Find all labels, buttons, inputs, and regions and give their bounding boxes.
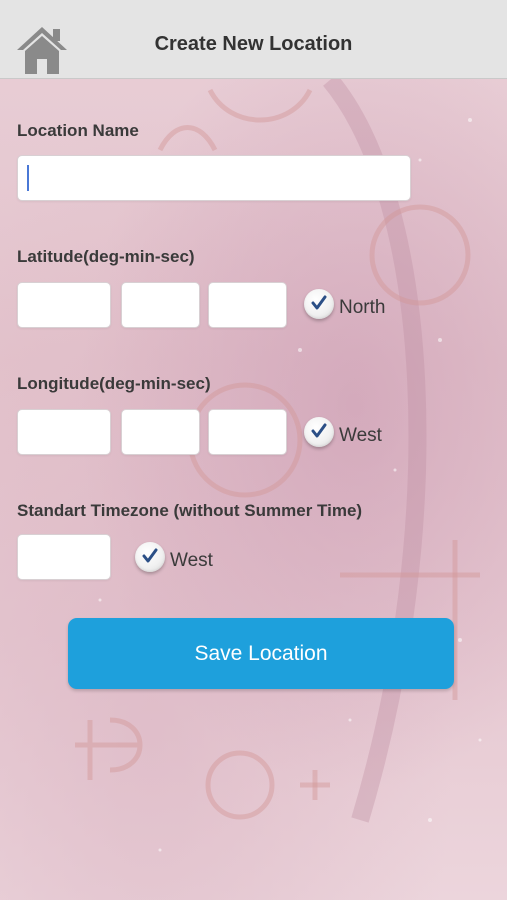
timezone-label: Standart Timezone (without Summer Time) xyxy=(17,501,363,520)
latitude-minutes-input[interactable] xyxy=(121,282,200,328)
timezone-west-checkbox[interactable] xyxy=(135,542,165,572)
location-name-label: Location Name xyxy=(17,121,139,140)
longitude-degrees-input[interactable] xyxy=(17,409,111,455)
timezone-input[interactable] xyxy=(17,534,111,580)
checkmark-icon xyxy=(142,548,158,563)
longitude-direction-label: West xyxy=(339,425,382,446)
longitude-minutes-input[interactable] xyxy=(121,409,200,455)
location-name-input[interactable] xyxy=(17,155,411,201)
latitude-direction-label: North xyxy=(339,297,386,318)
longitude-seconds-input[interactable] xyxy=(208,409,287,455)
checkmark-icon xyxy=(311,295,327,310)
checkmark-icon xyxy=(311,423,327,438)
header-bar: Create New Location xyxy=(0,0,507,79)
latitude-label: Latitude(deg-min-sec) xyxy=(17,247,195,266)
text-caret xyxy=(27,165,29,191)
latitude-degrees-input[interactable] xyxy=(17,282,111,328)
timezone-direction-label: West xyxy=(170,550,213,571)
page-title: Create New Location xyxy=(154,33,353,55)
latitude-north-checkbox[interactable] xyxy=(304,289,334,319)
longitude-west-checkbox[interactable] xyxy=(304,417,334,447)
latitude-seconds-input[interactable] xyxy=(208,282,287,328)
save-location-button[interactable]: Save Location xyxy=(68,618,454,689)
longitude-label: Longitude(deg-min-sec) xyxy=(17,374,211,393)
